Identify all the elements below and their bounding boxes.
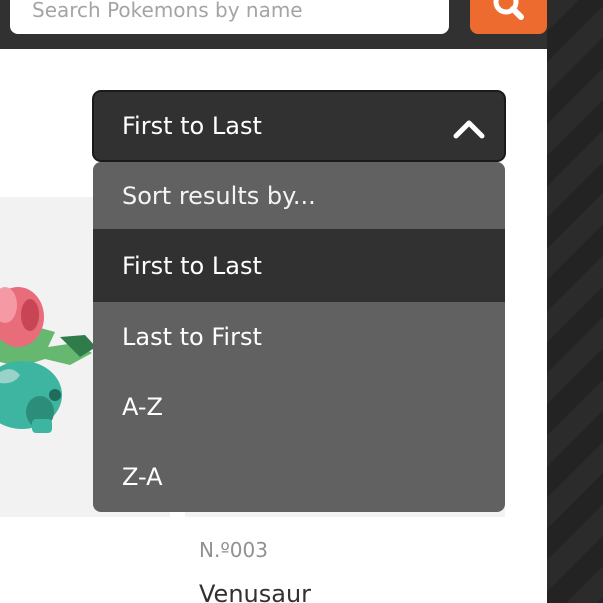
sort-option-a-z[interactable]: A-Z (93, 372, 505, 442)
pokemon-name[interactable]: Venusaur (199, 578, 311, 603)
sort-menu: Sort results by... First to Last Last to… (93, 162, 505, 512)
sort-option-first-to-last[interactable]: First to Last (93, 229, 505, 302)
sort-option-z-a[interactable]: Z-A (93, 442, 505, 512)
sort-select[interactable]: First to Last (92, 90, 506, 162)
sort-option-label: Sort results by... (122, 181, 316, 210)
search-icon (493, 0, 524, 20)
chevron-up-icon (453, 120, 485, 139)
sort-option-label: Z-A (122, 463, 163, 491)
pokemon-number: N.º003 (199, 538, 268, 562)
sort-option-label: A-Z (122, 393, 163, 421)
sort-dropdown: First to Last Sort results by... First t… (92, 90, 506, 512)
sort-option-label: First to Last (122, 251, 262, 280)
sort-option-last-to-first[interactable]: Last to First (93, 302, 505, 372)
sort-select-value: First to Last (122, 112, 262, 140)
search-button[interactable] (470, 0, 547, 34)
page: N.º003 Venusaur First to Last Sort resul… (0, 0, 603, 603)
sort-option-label: Last to First (122, 323, 262, 351)
search-input[interactable] (10, 0, 449, 34)
search-bar (0, 0, 547, 49)
side-panel (547, 0, 603, 603)
sort-option-placeholder[interactable]: Sort results by... (93, 162, 505, 229)
